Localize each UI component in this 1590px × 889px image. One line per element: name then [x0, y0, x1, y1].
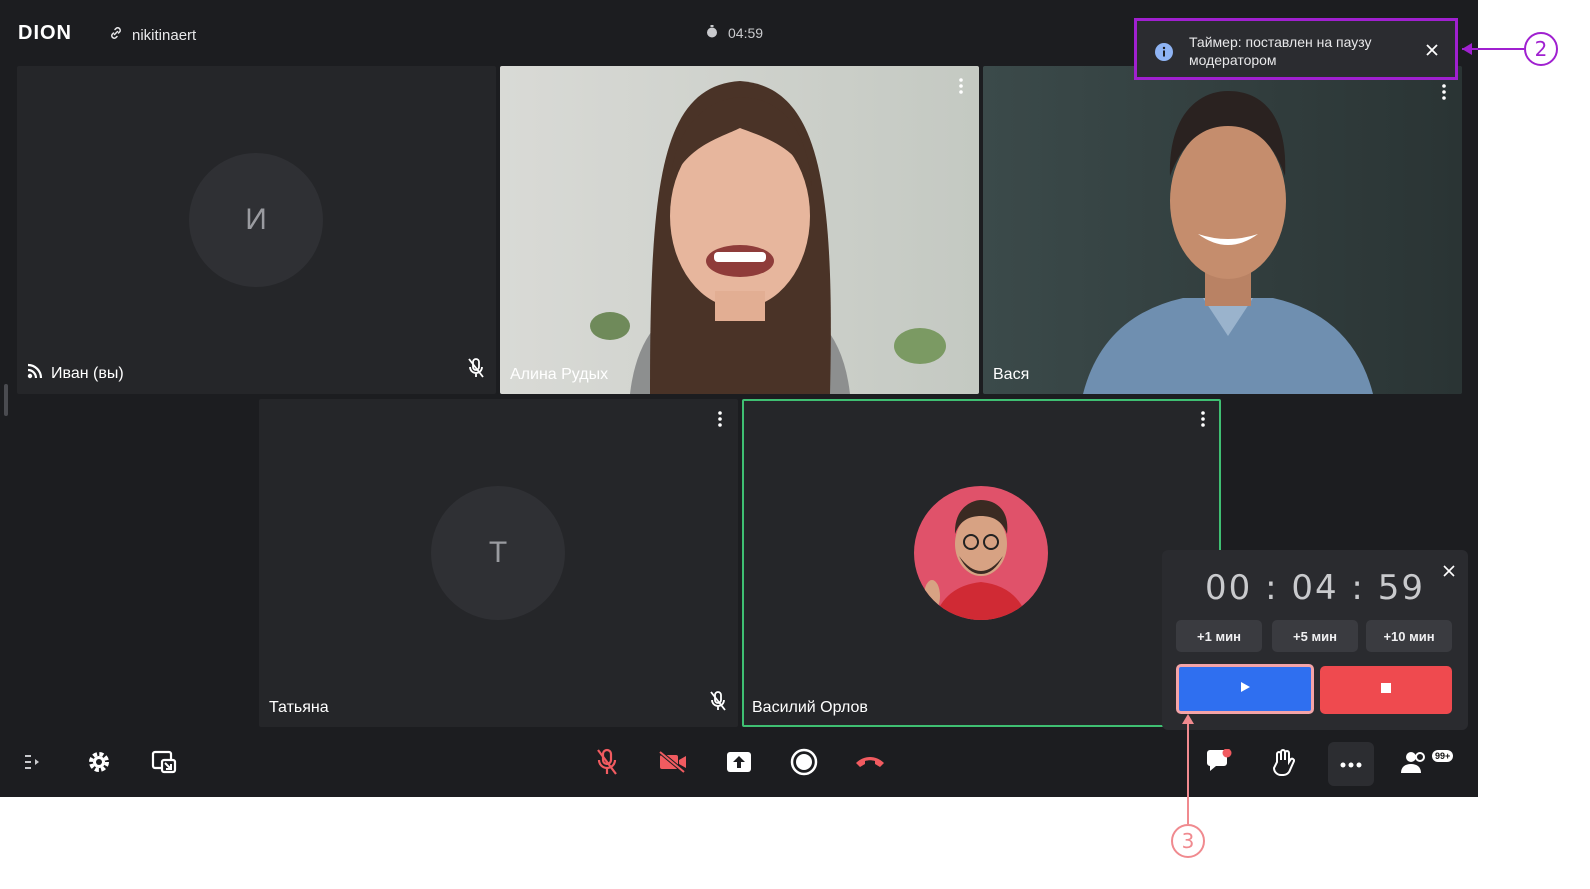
link-icon	[108, 25, 124, 45]
timer-panel: 00 : 04 : 59 +1 мин +5 мин +10 мин	[1162, 550, 1468, 730]
callout-2: 2	[1524, 32, 1558, 66]
call-timer: 04:59	[706, 25, 763, 41]
participant-name: Татьяна	[269, 699, 329, 716]
participant-name: Вася	[993, 366, 1030, 383]
kebab-menu-icon[interactable]	[718, 411, 722, 432]
callout-arrow-icon	[1182, 714, 1194, 724]
raise-hand-button[interactable]	[1261, 742, 1307, 786]
mic-off-icon	[595, 748, 619, 781]
participant-name: Алина Рудых	[510, 366, 609, 383]
broadcast-icon	[27, 363, 45, 384]
close-icon[interactable]	[1425, 43, 1439, 62]
participants-count-badge: 99+	[1432, 750, 1454, 762]
kebab-menu-icon[interactable]	[959, 78, 963, 99]
call-timer-value: 04:59	[728, 25, 764, 41]
participant-name: Василий Орлов	[752, 699, 868, 716]
kebab-menu-icon[interactable]	[1442, 84, 1446, 105]
chat-icon	[1205, 748, 1233, 780]
timer-paused-toast: Таймер: поставлен на паузу модератором	[1134, 18, 1458, 80]
participant-tile-vasya[interactable]: Вася	[983, 66, 1462, 394]
settings-button[interactable]	[76, 742, 122, 786]
pip-icon	[151, 749, 177, 780]
stop-timer-button[interactable]	[1320, 666, 1452, 714]
participant-tile-ivan[interactable]: И Иван (вы)	[17, 66, 496, 394]
app-logo: DION	[18, 22, 72, 44]
participant-name: Иван (вы)	[27, 363, 124, 384]
mic-muted-icon	[466, 357, 486, 384]
record-button[interactable]	[781, 742, 827, 786]
gear-icon	[86, 749, 112, 780]
participants-button[interactable]	[1392, 742, 1438, 786]
timer-display: 00 : 04 : 59	[1205, 568, 1425, 608]
participant-tile-tatiana[interactable]: Т Татьяна	[259, 399, 738, 727]
more-options-button[interactable]	[1328, 742, 1374, 786]
toggle-sidebar-button[interactable]	[10, 742, 56, 786]
participant-tile-alina[interactable]: Алина Рудых	[500, 66, 979, 394]
room-link[interactable]: nikitinaert	[108, 25, 196, 45]
kebab-menu-icon[interactable]	[1201, 411, 1205, 432]
participants-icon	[1400, 749, 1430, 780]
avatar: И	[189, 153, 323, 287]
sidebar-resize-handle[interactable]	[4, 384, 8, 416]
add-10-min-button[interactable]: +10 мин	[1366, 620, 1452, 652]
record-icon	[790, 748, 818, 781]
callout-line-3	[1187, 720, 1189, 824]
sidebar-toggle-icon	[23, 753, 43, 776]
toast-message: Таймер: поставлен на паузу модератором	[1189, 34, 1372, 68]
add-5-min-button[interactable]: +5 мин	[1272, 620, 1358, 652]
play-icon	[1239, 680, 1251, 698]
video-call-app: DION nikitinaert 04:59 И Иван (вы) Алина…	[0, 0, 1478, 797]
callout-3: 3	[1171, 824, 1205, 858]
more-dots-icon	[1340, 755, 1362, 773]
mic-muted-icon	[708, 690, 728, 717]
chat-button[interactable]	[1196, 742, 1242, 786]
close-icon[interactable]	[1442, 564, 1456, 583]
picture-in-picture-button[interactable]	[141, 742, 187, 786]
microphone-button[interactable]	[584, 742, 630, 786]
callout-arrow-icon	[1462, 43, 1472, 55]
participant-tile-vasily-orlov[interactable]: Василий Орлов	[742, 399, 1221, 727]
phone-hang-up-icon	[854, 754, 886, 775]
hang-up-button[interactable]	[847, 742, 893, 786]
play-timer-button[interactable]	[1176, 664, 1314, 714]
participant-name-text: Иван (вы)	[51, 364, 124, 382]
hand-icon	[1271, 748, 1297, 781]
camera-button[interactable]	[650, 742, 696, 786]
camera-off-icon	[658, 749, 688, 779]
add-1-min-button[interactable]: +1 мин	[1176, 620, 1262, 652]
participant-video	[983, 66, 1462, 394]
share-screen-icon	[725, 750, 753, 779]
avatar	[914, 486, 1048, 620]
stopwatch-icon	[706, 25, 718, 41]
participant-video	[500, 66, 979, 394]
share-screen-button[interactable]	[716, 742, 762, 786]
room-name: nikitinaert	[132, 26, 197, 44]
info-icon	[1155, 43, 1173, 66]
stop-icon	[1380, 681, 1392, 699]
avatar: Т	[431, 486, 565, 620]
